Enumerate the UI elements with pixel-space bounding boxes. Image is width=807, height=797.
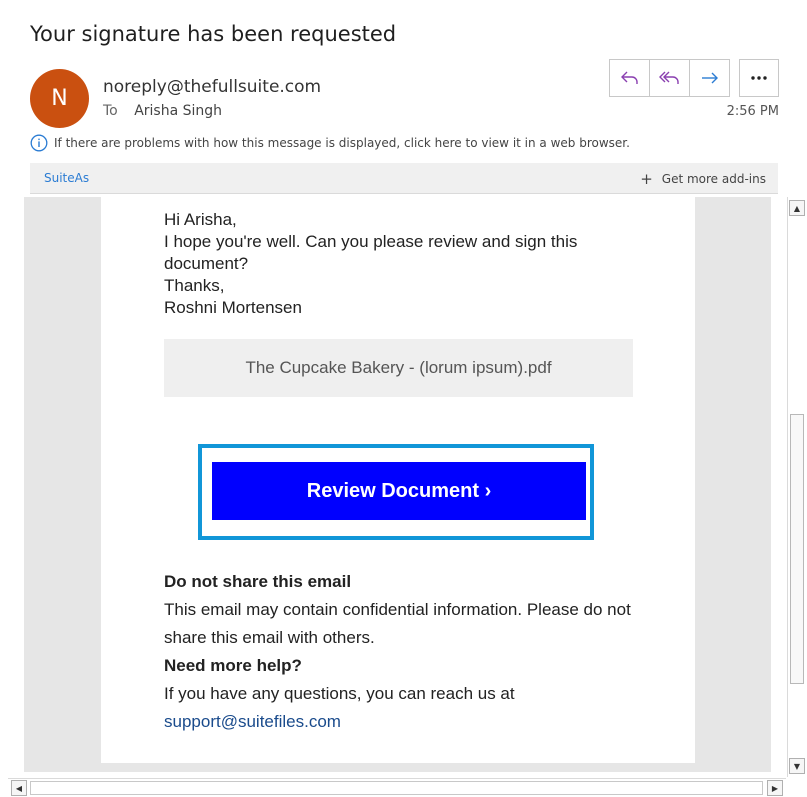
- avatar-initial: N: [51, 86, 68, 111]
- info-icon: [30, 134, 48, 152]
- suiteas-addin[interactable]: SuiteAs: [44, 171, 89, 185]
- more-icon: [751, 76, 767, 80]
- message-body-frame: Hi Arisha, I hope you're well. Can you p…: [24, 197, 771, 772]
- request-line: I hope you're well. Can you please revie…: [164, 232, 578, 273]
- to-label: To: [103, 103, 118, 119]
- addins-bar: SuiteAs + Get more add-ins: [30, 163, 778, 194]
- support-email-link[interactable]: support@suitefiles.com: [164, 708, 634, 736]
- message-subject: Your signature has been requested: [30, 22, 397, 46]
- message-time: 2:56 PM: [726, 104, 779, 119]
- sender-avatar: N: [30, 69, 89, 128]
- help-text: If you have any questions, you can reach…: [164, 684, 515, 703]
- horizontal-scroll-track[interactable]: [30, 781, 763, 795]
- footer-info: Do not share this email This email may c…: [164, 568, 634, 736]
- greeting-line: Hi Arisha,: [164, 210, 237, 229]
- message-greeting: Hi Arisha, I hope you're well. Can you p…: [164, 209, 614, 319]
- signoff-name: Roshni Mortensen: [164, 298, 302, 317]
- share-heading: Do not share this email: [164, 572, 352, 591]
- vertical-scrollbar[interactable]: ▲ ▼: [787, 197, 807, 777]
- sender-address[interactable]: noreply@thefullsuite.com: [103, 77, 321, 97]
- forward-button[interactable]: [690, 60, 729, 96]
- scroll-up-arrow[interactable]: ▲: [789, 200, 805, 216]
- message-card: Hi Arisha, I hope you're well. Can you p…: [101, 197, 695, 763]
- horizontal-scrollbar[interactable]: ◀ ▶: [8, 778, 786, 797]
- thanks-line: Thanks,: [164, 276, 225, 295]
- review-document-focus-ring: Review Document ›: [198, 444, 594, 540]
- attachment-name[interactable]: The Cupcake Bakery - (lorum ipsum).pdf: [164, 339, 633, 397]
- review-document-button[interactable]: Review Document ›: [212, 462, 586, 520]
- help-heading: Need more help?: [164, 656, 302, 675]
- recipient-row: To Arisha Singh: [103, 103, 222, 119]
- more-actions-button[interactable]: [739, 59, 779, 97]
- scroll-right-arrow[interactable]: ▶: [767, 780, 783, 796]
- share-text: This email may contain confidential info…: [164, 600, 631, 647]
- scroll-down-arrow[interactable]: ▼: [789, 758, 805, 774]
- message-actions: [609, 59, 730, 97]
- forward-icon: [701, 72, 718, 84]
- reply-all-button[interactable]: [650, 60, 690, 96]
- get-more-addins-label: Get more add-ins: [661, 172, 766, 186]
- reply-all-icon: [658, 71, 679, 84]
- reply-icon: [620, 71, 638, 84]
- info-text: If there are problems with how this mess…: [54, 136, 630, 150]
- reply-button[interactable]: [610, 60, 650, 96]
- scroll-left-arrow[interactable]: ◀: [11, 780, 27, 796]
- plus-icon: +: [640, 170, 653, 188]
- info-bar[interactable]: If there are problems with how this mess…: [30, 134, 630, 152]
- get-more-addins-button[interactable]: + Get more add-ins: [640, 170, 766, 188]
- recipient-name[interactable]: Arisha Singh: [134, 103, 222, 119]
- vertical-scroll-thumb[interactable]: [790, 414, 804, 684]
